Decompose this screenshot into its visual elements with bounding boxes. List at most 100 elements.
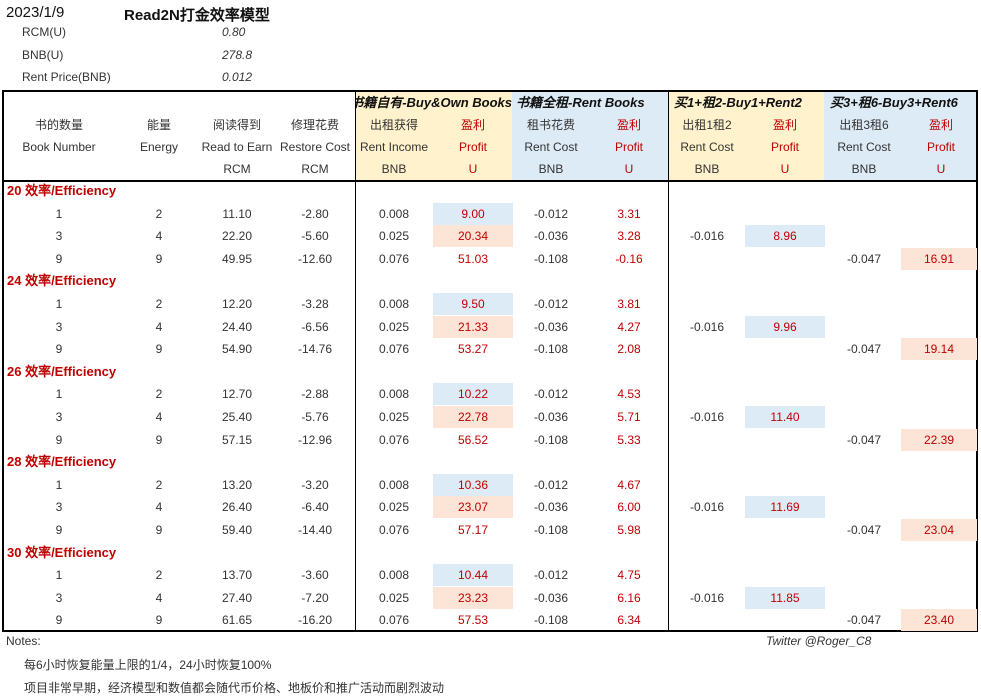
cell-rent-income: 0.076 [378,342,410,357]
cell-b3r6-profit: 22.39 [901,428,977,451]
cell-energy: 9 [155,432,163,447]
column-header-unit: U [780,162,790,176]
cell-rent-income: 0.076 [378,523,410,537]
column-header-unit: RCM [301,162,329,176]
cell-energy: 4 [155,410,163,424]
note-line: 每6小时恢复能量上限的1/4，24小时恢复100% [24,658,272,672]
cell-read: 13.20 [221,477,253,492]
cell-own-profit: 23.07 [433,496,513,519]
column-header-cn: 盈利 [772,118,797,132]
cell-restore: -2.80 [301,206,329,221]
column-header-cn: 出租获得 [369,118,418,132]
cell-rent-profit: 5.98 [617,523,641,537]
divider [668,92,669,630]
cell-restore: -5.76 [301,410,329,424]
column-header-unit: RCM [223,162,251,176]
cell-own-profit: 53.27 [457,342,489,357]
cell-rent-income: 0.008 [378,477,410,492]
cell-read: 22.20 [221,229,253,244]
cell-books: 3 [55,500,63,515]
cell-rent-profit: 6.34 [617,613,641,628]
cell-energy: 9 [155,523,163,537]
cell-rent-cost: -0.012 [533,387,569,402]
cell-energy: 4 [155,229,163,244]
cell-energy: 2 [155,387,163,402]
date-label: 2023/1/9 [6,4,65,21]
column-header-en: Rent Cost [524,140,578,154]
cell-books: 9 [55,432,63,447]
cell-books: 3 [55,410,63,424]
cell-restore: -6.56 [301,319,329,334]
cell-rent-income: 0.008 [378,297,410,311]
column-header-en: Profit [926,140,955,154]
cell-own-profit: 57.17 [457,523,489,537]
cell-read: 13.70 [221,568,253,583]
cell-rent-cost: -0.012 [533,206,569,221]
column-header-cn: 修理花费 [290,118,339,132]
cell-books: 9 [55,523,63,537]
cell-rent-profit: 3.31 [617,206,641,221]
param-label-bnb: BNB(U) [22,48,64,62]
cell-rent-cost: -0.108 [533,432,569,447]
cell-rent-profit: 4.27 [617,319,641,334]
section-title: 24 效率/Efficiency [7,273,117,289]
cell-rent-cost: -0.036 [533,410,569,424]
column-header-cn: 书的数量 [34,118,83,132]
cell-rent-income: 0.025 [378,229,410,244]
cell-rent-cost: -0.108 [533,523,569,537]
column-header-cn: 租书花费 [526,118,575,132]
cell-own-profit: 21.33 [433,315,513,338]
column-header-en: Profit [458,140,487,154]
cell-b1r2-profit: 9.96 [745,315,825,338]
efficiency-table: 书籍自有-Buy&Own Books 书籍全租-Rent Books 买1+租2… [2,90,978,632]
cell-rent-profit: 3.28 [617,229,641,244]
cell-b1r2-cost: -0.016 [689,229,725,244]
column-header-en: Restore Cost [279,140,351,154]
cell-rent-income: 0.025 [378,500,410,515]
cell-rent-cost: -0.012 [533,568,569,583]
section-title: 30 效率/Efficiency [7,544,117,560]
cell-b1r2-profit: 11.69 [745,496,825,519]
cell-rent-cost: -0.036 [533,319,569,334]
cell-rent-income: 0.025 [378,590,410,605]
column-header-cn: 盈利 [616,118,641,132]
cell-own-profit: 10.22 [433,383,513,406]
cell-restore: -6.40 [301,500,329,515]
cell-energy: 2 [155,568,163,583]
cell-own-profit: 20.34 [433,225,513,248]
cell-b3r6-cost: -0.047 [846,432,882,447]
group-title-buy1-rent2: 买1+租2-Buy1+Rent2 [674,95,802,110]
column-header-unit: BNB [694,162,720,176]
column-header-unit: BNB [538,162,564,176]
cell-energy: 2 [155,206,163,221]
cell-energy: 2 [155,297,163,311]
cell-rent-profit: 2.08 [617,342,641,357]
cell-rent-profit: 6.16 [617,590,641,605]
cell-energy: 9 [155,613,163,628]
cell-b3r6-profit: 23.04 [901,519,977,541]
credit-label: Twitter @Roger_C8 [766,634,872,648]
cell-restore: -3.28 [301,297,329,311]
cell-read: 26.40 [221,500,253,515]
column-header-unit [19,158,99,180]
column-header-en: Profit [614,140,643,154]
cell-books: 9 [55,251,63,266]
cell-rent-cost: -0.036 [533,229,569,244]
cell-restore: -12.96 [297,432,333,447]
cell-rent-cost: -0.108 [533,613,569,628]
cell-read: 11.10 [222,206,252,221]
cell-own-profit: 57.53 [457,613,489,628]
group-title-rent-books: 书籍全租-Rent Books [516,95,645,110]
column-header-cn: 出租3租6 [839,118,889,132]
cell-rent-cost: -0.036 [533,590,569,605]
cell-rent-profit: 4.67 [617,477,641,492]
cell-rent-income: 0.008 [378,568,410,583]
cell-b1r2-cost: -0.016 [689,410,725,424]
cell-rent-cost: -0.108 [533,342,569,357]
param-value-rent-price: 0.012 [222,70,253,84]
page-title: Read2N打金效率模型 [124,7,270,24]
column-header-en: Energy [139,140,179,154]
cell-energy: 4 [155,319,163,334]
cell-read: 57.15 [221,432,253,447]
cell-b3r6-profit: 16.91 [901,247,977,270]
